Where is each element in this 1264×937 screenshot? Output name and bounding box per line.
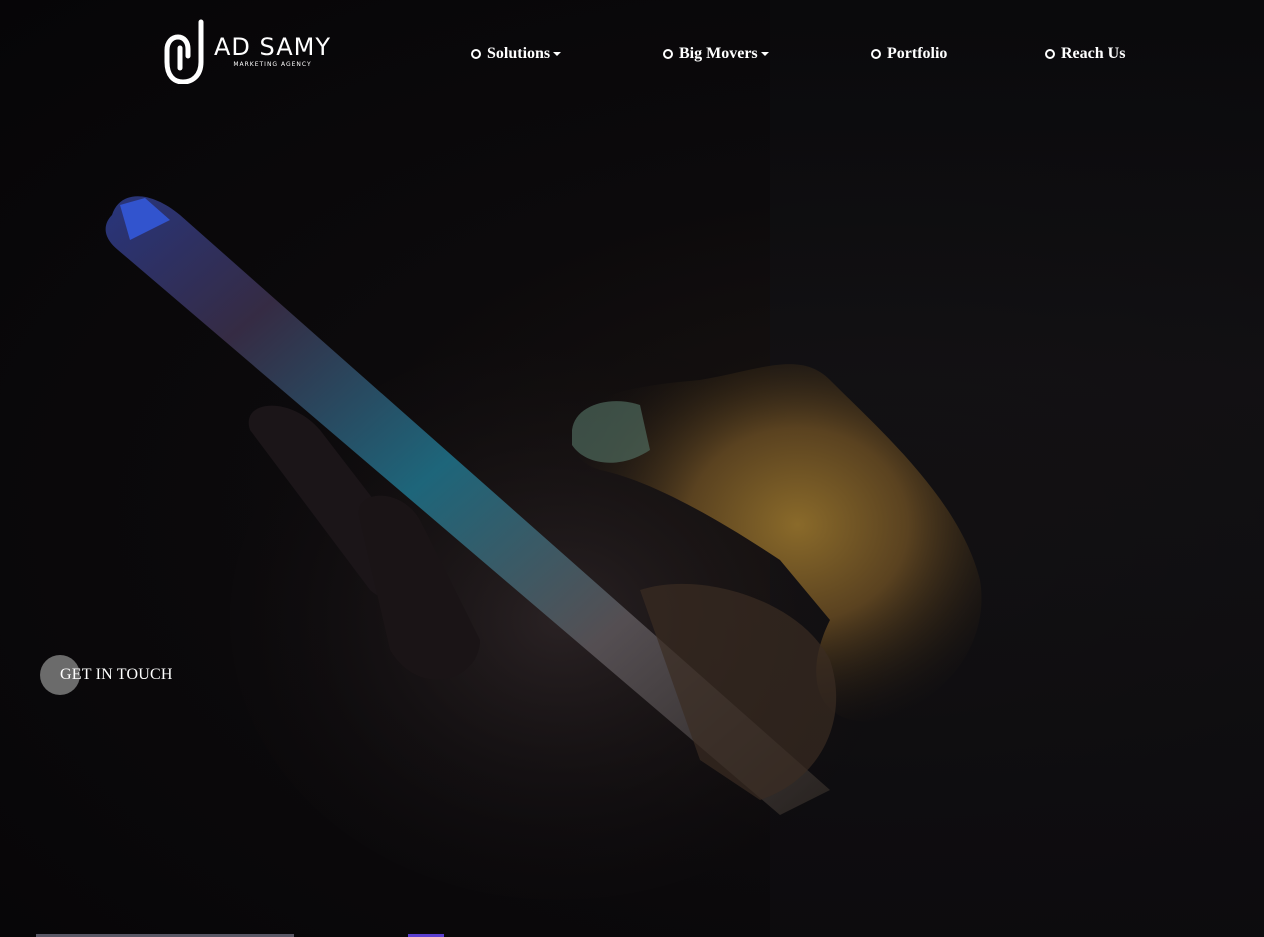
caret-down-icon [553,52,562,56]
top-navigation: AD SAMY MARKETING AGENCY Solutions Big M… [0,0,1264,110]
brand-logo[interactable]: AD SAMY MARKETING AGENCY [164,18,349,84]
circle-bullet-icon [663,49,673,59]
circle-bullet-icon [1045,49,1055,59]
nav-item-label: Reach Us [1061,45,1126,62]
brand-tagline: MARKETING AGENCY [233,61,312,68]
hero-section: AD SAMY MARKETING AGENCY Solutions Big M… [0,0,1264,937]
logo-mark-icon [164,19,204,84]
nav-item-label: Big Movers [679,45,758,62]
nav-item-reach-us[interactable]: Reach Us [1045,45,1125,63]
caret-down-icon [760,52,769,56]
logo-text: AD SAMY MARKETING AGENCY [214,34,331,68]
nav-item-solutions[interactable]: Solutions [471,45,562,63]
circle-bullet-icon [471,49,481,59]
cta-label: GET IN TOUCH [60,666,173,683]
circle-bullet-icon [871,49,881,59]
nav-item-big-movers[interactable]: Big Movers [663,45,769,63]
hero-background-image [105,196,982,900]
brand-name: AD SAMY [214,33,331,61]
nav-item-label: Portfolio [887,45,948,62]
get-in-touch-button[interactable]: GET IN TOUCH [40,655,173,695]
nav-item-portfolio[interactable]: Portfolio [871,45,947,63]
nav-item-label: Solutions [487,45,551,62]
